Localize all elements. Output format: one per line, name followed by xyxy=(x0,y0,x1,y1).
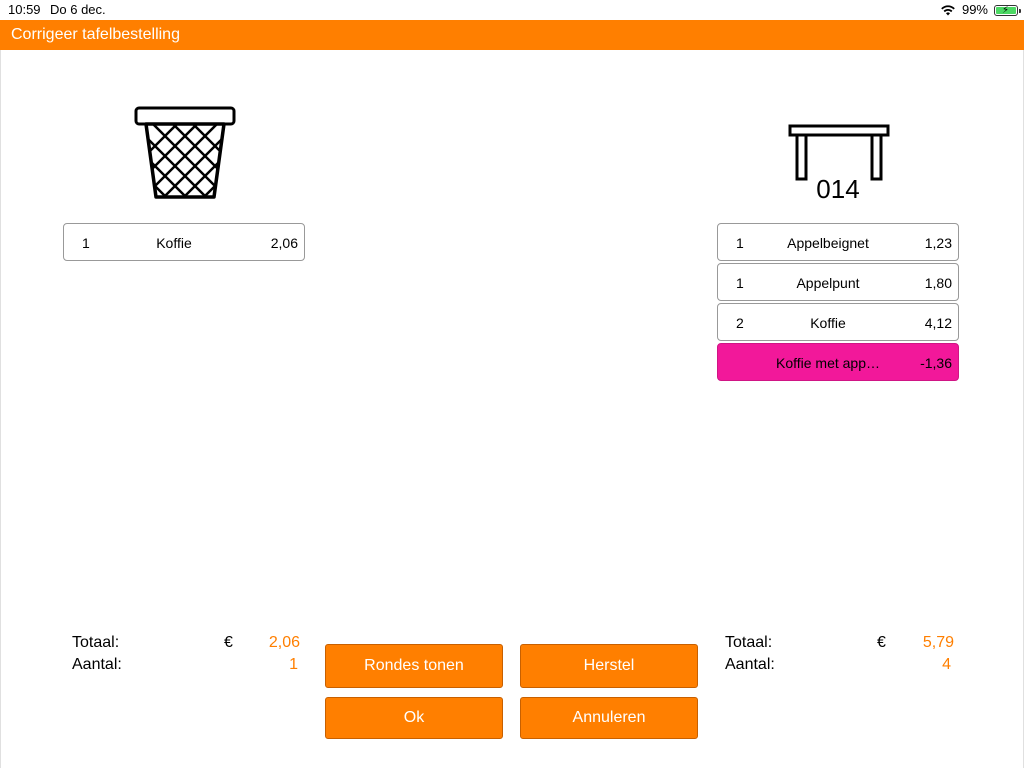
left-totals: Totaal: € 2,06 Aantal: 1 xyxy=(72,634,302,678)
item-name: Appelpunt xyxy=(796,275,860,291)
count-label: Aantal: xyxy=(725,656,775,673)
status-date: Do 6 dec. xyxy=(50,2,106,17)
charging-icon: ⚡ xyxy=(1002,4,1010,16)
total-value: 2,06 xyxy=(268,634,300,651)
list-item[interactable]: 1 Appelpunt 1,80 xyxy=(717,263,959,301)
currency-symbol: € xyxy=(877,634,886,651)
title-bar: Corrigeer tafelbestelling xyxy=(0,20,1024,50)
total-value: 5,79 xyxy=(922,634,954,651)
status-bar: 10:59 Do 6 dec. 99% ⚡ xyxy=(0,0,1024,20)
item-price: 1,23 xyxy=(924,235,952,251)
list-item[interactable]: 2 Koffie 4,12 xyxy=(717,303,959,341)
restore-button[interactable]: Herstel xyxy=(520,644,698,688)
count-value: 4 xyxy=(942,656,951,673)
item-price: 4,12 xyxy=(924,315,952,331)
currency-symbol: € xyxy=(224,634,233,651)
battery-icon: ⚡ xyxy=(994,4,1021,16)
wifi-icon xyxy=(941,5,955,16)
status-time: 10:59 xyxy=(8,2,41,17)
count-label: Aantal: xyxy=(72,656,122,673)
ok-button[interactable]: Ok xyxy=(325,697,503,739)
item-price: 2,06 xyxy=(270,235,298,251)
item-name: Koffie met app… xyxy=(775,355,881,371)
list-item[interactable]: 1 Appelbeignet 1,23 xyxy=(717,223,959,261)
item-qty: 1 xyxy=(82,235,90,251)
item-name: Koffie xyxy=(156,235,192,251)
item-name: Appelbeignet xyxy=(787,235,869,251)
item-price: 1,80 xyxy=(924,275,952,291)
count-value: 1 xyxy=(289,656,298,673)
show-rounds-button[interactable]: Rondes tonen xyxy=(325,644,503,688)
list-item[interactable]: 1 Koffie 2,06 xyxy=(63,223,305,261)
total-label: Totaal: xyxy=(725,634,773,651)
total-label: Totaal: xyxy=(72,634,120,651)
wastebasket-icon[interactable] xyxy=(133,106,237,202)
item-qty: 1 xyxy=(736,235,744,251)
page-title: Corrigeer tafelbestelling xyxy=(11,26,180,43)
battery-percent: 99% xyxy=(961,2,988,17)
status-right: 99% ⚡ xyxy=(940,0,1021,20)
right-totals: Totaal: € 5,79 Aantal: 4 xyxy=(725,634,955,678)
cancel-button[interactable]: Annuleren xyxy=(520,697,698,739)
table-number: 014 xyxy=(816,174,860,204)
list-item-discount[interactable]: Koffie met app… -1,36 xyxy=(717,343,959,381)
item-name: Koffie xyxy=(810,315,846,331)
item-qty: 2 xyxy=(736,315,744,331)
item-price: -1,36 xyxy=(920,355,952,371)
item-qty: 1 xyxy=(736,275,744,291)
